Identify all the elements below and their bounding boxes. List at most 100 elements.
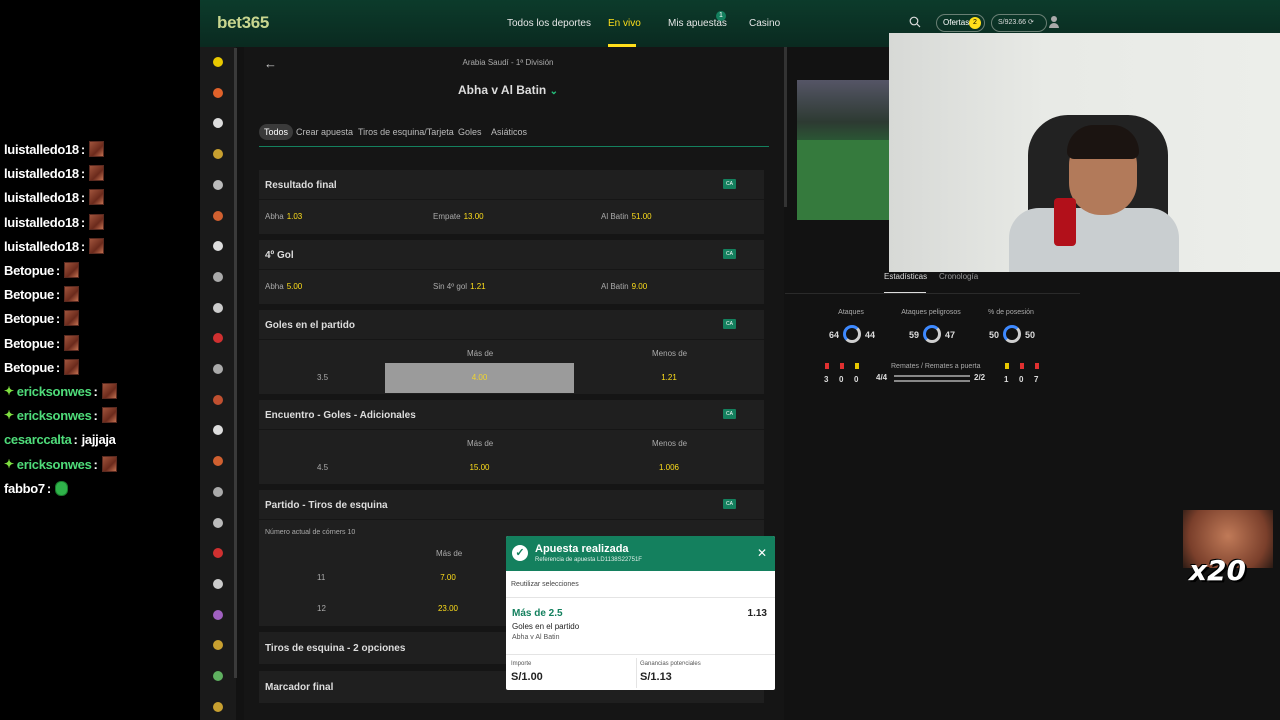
tab-statistics[interactable]: Estadísticas <box>884 272 927 281</box>
chat-separator: : <box>80 165 85 181</box>
tab-goals[interactable]: Goles <box>458 124 482 140</box>
chat-message: luistalledo18: <box>4 139 104 159</box>
chat-username[interactable]: Betopue <box>4 336 54 351</box>
streamer-hair <box>1067 125 1139 159</box>
offers-button[interactable]: Ofertas 2 <box>936 14 985 32</box>
chat-emote-icon <box>88 165 104 181</box>
cricket-icon[interactable] <box>213 271 223 282</box>
chat-username[interactable]: cesarccalta <box>4 432 72 447</box>
hockey-icon[interactable] <box>213 486 223 497</box>
snooker-icon[interactable] <box>213 548 223 559</box>
chat-username[interactable]: ericksonwes <box>17 408 92 423</box>
chat-separator: : <box>93 407 98 423</box>
reuse-selections-link[interactable]: Reutilizar selecciones <box>511 581 579 588</box>
nav-in-play[interactable]: En vivo <box>608 18 641 29</box>
tab-asian[interactable]: Asiáticos <box>491 124 527 140</box>
red-card-icon <box>840 363 844 369</box>
odd-home[interactable]: Abha 1.03 <box>265 212 302 221</box>
live-video-preview[interactable] <box>797 80 889 220</box>
chat-username[interactable]: Betopue <box>4 263 54 278</box>
odd-no-goal[interactable]: Sin 4º gol 1.21 <box>433 282 486 291</box>
odd-over-price[interactable]: 23.00 <box>385 604 511 613</box>
odd-away[interactable]: Al Batin 9.00 <box>601 282 647 291</box>
odd-home[interactable]: Abha 5.00 <box>265 282 302 291</box>
returns-value: S/1.13 <box>640 671 672 683</box>
market-fourth-goal: 4º Gol CA Abha 5.00 Sin 4º gol 1.21 Al Bat… <box>259 240 764 304</box>
mma-icon[interactable] <box>213 578 223 589</box>
chat-username[interactable]: luistalledo18 <box>4 239 79 254</box>
market-header[interactable]: Goles en el partido CA <box>259 310 764 340</box>
darts-icon[interactable] <box>213 302 223 313</box>
tab-corners-cards[interactable]: Tiros de esquina/Tarjeta <box>358 124 454 140</box>
selection-name: Más de 2.5 <box>512 608 563 619</box>
combo-count: x20 <box>1189 554 1247 587</box>
chat-username[interactable]: Betopue <box>4 287 54 302</box>
handball-icon[interactable] <box>213 456 223 467</box>
misc-sport-icon[interactable] <box>213 701 223 712</box>
checkmark-icon: ✓ <box>512 545 528 561</box>
football-icon[interactable] <box>213 394 223 405</box>
chat-username[interactable]: luistalledo18 <box>4 190 79 205</box>
table-tennis-icon[interactable] <box>213 609 223 620</box>
racing-icon[interactable] <box>213 517 223 528</box>
close-icon[interactable]: ✕ <box>757 546 767 560</box>
esports-icon[interactable] <box>213 364 223 374</box>
home-red-cards: 0 <box>839 375 844 384</box>
tab-all[interactable]: Todos <box>259 124 294 140</box>
stats-divider <box>785 293 1080 294</box>
nav-all-sports[interactable]: Todos los deportes <box>507 18 591 29</box>
bet365-logo[interactable]: bet365 <box>217 13 269 33</box>
market-header[interactable]: Partido - Tiros de esquina CA <box>259 490 764 520</box>
nav-casino[interactable]: Casino <box>749 18 780 29</box>
favourites-icon[interactable] <box>213 57 223 67</box>
chat-emote-icon <box>54 480 68 496</box>
chat-username[interactable]: Betopue <box>4 360 54 375</box>
chat-username[interactable]: luistalledo18 <box>4 215 79 230</box>
sidebar-scrollbar[interactable] <box>234 48 237 678</box>
goal-line: 3.5 <box>317 373 329 382</box>
cash-out-badge: CA <box>723 179 736 189</box>
odd-draw[interactable]: Empate 13.00 <box>433 212 484 221</box>
chat-username[interactable]: luistalledo18 <box>4 166 79 181</box>
baseball-icon[interactable] <box>213 241 223 252</box>
market-match-goals: Goles en el partido CA Más de Menos de 3… <box>259 310 764 394</box>
market-header[interactable]: Encuentro - Goles - Adicionales CA <box>259 400 764 430</box>
match-scrollbar[interactable] <box>784 47 787 207</box>
chat-message: luistalledo18: <box>4 212 104 232</box>
odd-under-price[interactable]: 1.21 <box>574 373 764 382</box>
chat-username[interactable]: Betopue <box>4 311 54 326</box>
golf-icon[interactable] <box>213 425 223 436</box>
tennis-icon[interactable] <box>213 149 223 160</box>
market-header[interactable]: 4º Gol CA <box>259 240 764 270</box>
chat-username[interactable]: ericksonwes <box>17 457 92 472</box>
tab-timeline[interactable]: Cronología <box>939 272 978 281</box>
market-header[interactable]: Resultado final CA <box>259 170 764 200</box>
odd-over-price[interactable]: 15.00 <box>385 463 574 472</box>
chat-username[interactable]: fabbo7 <box>4 481 45 496</box>
odd-over-price[interactable]: 7.00 <box>385 573 511 582</box>
match-title[interactable]: Abha v Al Batin ⌄ <box>244 83 772 97</box>
chat-message: Betopue: <box>4 284 79 304</box>
volleyball-icon[interactable] <box>213 640 223 651</box>
soccer-icon[interactable] <box>213 118 223 129</box>
balance-button[interactable]: S/923.66 ⟳ <box>991 14 1047 32</box>
badminton-icon[interactable] <box>213 179 223 190</box>
search-icon[interactable] <box>909 16 921 28</box>
user-avatar-icon[interactable] <box>1049 16 1059 28</box>
odd-away[interactable]: Al Batin 51.00 <box>601 212 652 221</box>
cycling-icon[interactable] <box>213 333 223 344</box>
corner-line: 11 <box>317 573 326 582</box>
odd-under-price[interactable]: 1.006 <box>574 463 764 472</box>
chat-message: Betopue: <box>4 308 79 328</box>
my-bets-count-badge: 1 <box>716 11 726 21</box>
tab-bet-builder[interactable]: Crear apuesta <box>296 124 353 140</box>
hot-icon[interactable] <box>213 87 223 98</box>
chat-username[interactable]: luistalledo18 <box>4 142 79 157</box>
market-extra-goals: Encuentro - Goles - Adicionales CA Más d… <box>259 400 764 484</box>
chat-message: Betopue: <box>4 333 79 353</box>
chat-username[interactable]: ericksonwes <box>17 384 92 399</box>
bet-placed-popup: ✓ Apuesta realizada Referencia de apuest… <box>506 536 775 690</box>
basketball-icon[interactable] <box>213 210 223 221</box>
rugby-icon[interactable] <box>213 671 223 681</box>
shots-bar <box>894 375 970 377</box>
